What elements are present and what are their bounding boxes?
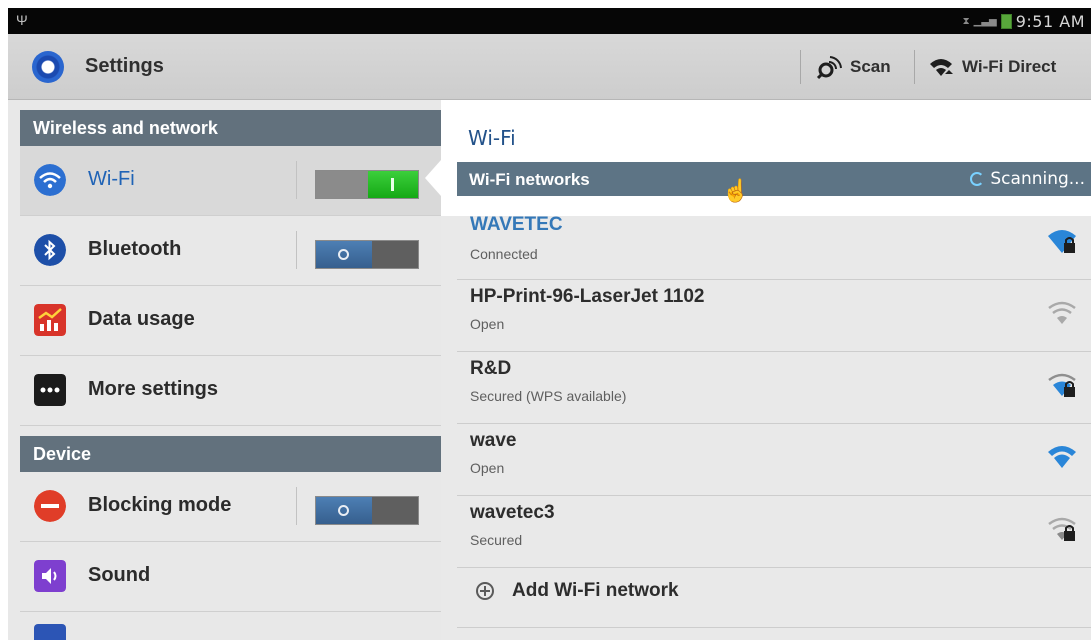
more-settings-icon [34, 374, 66, 406]
sidebar-item-label: Wi-Fi [88, 168, 135, 190]
wifi-direct-label: Wi-Fi Direct [962, 57, 1057, 76]
add-wifi-network-label: Add Wi-Fi network [512, 580, 679, 601]
network-name: wave [470, 430, 517, 451]
sound-icon [34, 560, 66, 592]
bluetooth-toggle[interactable] [315, 240, 419, 269]
clock: 9:51 AM [1015, 11, 1085, 31]
scan-label: Scan [850, 57, 891, 76]
status-bar: Ψ ⧗ ▁▃▅ 9:51 AM [8, 8, 1091, 34]
selection-pointer [425, 160, 441, 196]
scanning-label: Scanning... [990, 169, 1085, 189]
network-status: Secured [470, 532, 523, 548]
section-header-device: Device [20, 436, 441, 472]
detail-header: Wi-Fi Wi-Fi networks Scanning... ☝ [441, 100, 1091, 216]
network-item[interactable]: R&D Secured (WPS available) [457, 352, 1091, 424]
wifi-signal-locked-icon [1048, 517, 1076, 541]
network-item[interactable]: WAVETEC Connected [457, 214, 1091, 280]
scan-button[interactable]: Scan [816, 52, 891, 82]
sidebar-item-label: Blocking mode [88, 494, 232, 516]
wifi-direct-icon [930, 59, 953, 76]
action-divider [914, 50, 915, 84]
display-icon [34, 624, 66, 640]
wifi-detail-pane: Wi-Fi Wi-Fi networks Scanning... ☝ WAVET… [425, 100, 1091, 640]
usb-icon: Ψ [16, 12, 28, 28]
status-icons: ⧗ ▁▃▅ 9:51 AM [963, 11, 1085, 31]
signal-icon: ▁▃▅ [973, 15, 997, 27]
network-item[interactable]: wave Open [457, 424, 1091, 496]
spinner-icon [970, 172, 985, 186]
wifi-toggle[interactable] [315, 170, 419, 199]
network-name: R&D [470, 358, 512, 379]
action-bar: Settings Scan Wi-Fi Direct [8, 34, 1091, 100]
wifi-icon [34, 164, 66, 196]
network-status: Secured (WPS available) [470, 388, 627, 404]
wifi-networks-label: Wi-Fi networks [469, 170, 590, 189]
wifi-signal-strong-icon [1048, 446, 1076, 468]
blocking-mode-icon [34, 490, 66, 522]
sidebar-item-bluetooth[interactable]: Bluetooth [20, 216, 441, 286]
wifi-networks-header: Wi-Fi networks Scanning... [457, 162, 1091, 196]
wifi-direct-button[interactable]: Wi-Fi Direct [928, 52, 1056, 82]
sidebar-item-label: Data usage [88, 308, 195, 330]
network-name: wavetec3 [470, 502, 555, 523]
section-header-wireless: Wireless and network [20, 110, 441, 146]
battery-icon [1000, 13, 1012, 29]
wifi-signal-locked-icon [1048, 373, 1076, 397]
alarm-icon: ⧗ [962, 15, 970, 27]
scan-icon [816, 56, 842, 80]
sidebar-item-label: More settings [88, 378, 219, 400]
sidebar-item-more-settings[interactable]: More settings [20, 356, 441, 426]
wifi-signal-locked-icon [1048, 230, 1076, 253]
blocking-mode-toggle[interactable] [315, 496, 419, 525]
sidebar-item-data-usage[interactable]: Data usage [20, 286, 441, 356]
page-title: Wi-Fi [468, 126, 516, 150]
add-icon [476, 582, 494, 600]
scanning-status: Scanning... [970, 169, 1085, 189]
sidebar-item-sound[interactable]: Sound [20, 542, 441, 612]
network-name: WAVETEC [470, 214, 563, 235]
network-name: HP-Print-96-LaserJet 1102 [470, 286, 705, 307]
action-divider [800, 50, 801, 84]
row-divider [296, 231, 297, 269]
sidebar-item-label: Sound [88, 564, 151, 586]
settings-icon[interactable] [32, 51, 64, 83]
network-item[interactable]: wavetec3 Secured [457, 496, 1091, 568]
network-status: Open [470, 316, 505, 332]
add-wifi-network-button[interactable]: Add Wi-Fi network [457, 564, 1091, 628]
sidebar-item-label: Bluetooth [88, 238, 182, 260]
hand-cursor-icon: ☝ [722, 178, 750, 203]
data-usage-icon [34, 304, 66, 336]
network-status: Open [470, 460, 505, 476]
wifi-signal-weak-icon [1048, 301, 1076, 324]
row-divider [296, 161, 297, 199]
network-item[interactable]: HP-Print-96-LaserJet 1102 Open [457, 280, 1091, 352]
sidebar-item-blocking-mode[interactable]: Blocking mode [20, 472, 441, 542]
bluetooth-icon [34, 234, 66, 266]
settings-list: Wireless and network Wi-Fi Bluetooth Dat… [8, 100, 441, 640]
row-divider [296, 487, 297, 525]
network-status: Connected [470, 246, 538, 262]
sidebar-item-wifi[interactable]: Wi-Fi [20, 146, 441, 216]
screen: Ψ ⧗ ▁▃▅ 9:51 AM Settings Scan Wi-Fi Dire… [8, 8, 1091, 640]
app-title: Settings [85, 55, 164, 77]
